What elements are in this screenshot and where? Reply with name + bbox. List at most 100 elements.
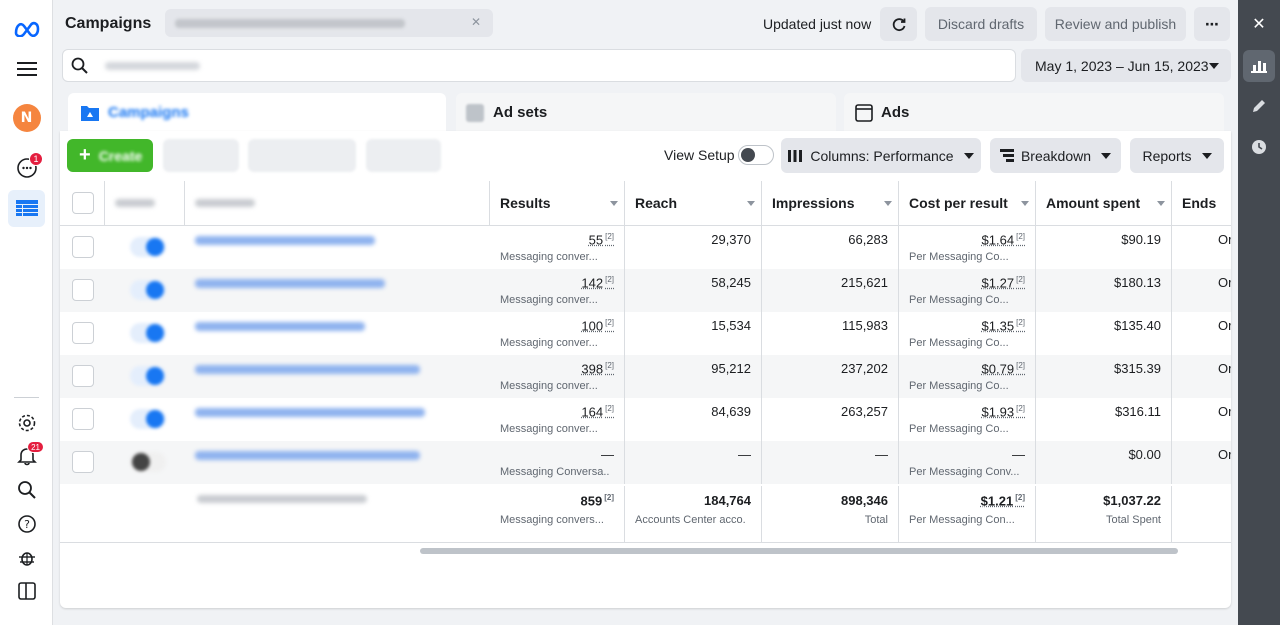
columns-button[interactable]: Columns: Performance xyxy=(781,138,981,173)
cpr-value[interactable]: $0.79 [2] xyxy=(982,361,1025,376)
notifications-nav-item[interactable]: 21 xyxy=(8,437,45,474)
results-value[interactable]: 398 [2] xyxy=(581,361,614,376)
results-cell: 55 [2] Messaging conver... xyxy=(490,226,625,269)
review-publish-button[interactable]: Review and publish xyxy=(1045,7,1186,41)
settings-gear-icon[interactable] xyxy=(8,404,45,441)
more-button-blurred[interactable] xyxy=(366,139,441,172)
cpr-value[interactable]: $1.27 [2] xyxy=(982,275,1025,290)
meta-logo-icon[interactable] xyxy=(8,10,45,47)
close-icon[interactable]: ✕ xyxy=(471,15,481,29)
menu-icon[interactable] xyxy=(8,50,45,87)
horizontal-scrollbar[interactable] xyxy=(420,548,1178,554)
date-range-picker[interactable]: May 1, 2023 – Jun 15, 2023 xyxy=(1021,49,1231,82)
spent-cell: $315.39 xyxy=(1036,355,1172,398)
header-campaign[interactable] xyxy=(185,181,490,226)
row-checkbox[interactable] xyxy=(72,408,94,430)
refresh-button[interactable] xyxy=(880,7,917,41)
duplicate-button-blurred[interactable] xyxy=(163,139,239,172)
edit-pencil-icon[interactable] xyxy=(1243,90,1275,122)
row-checkbox[interactable] xyxy=(72,322,94,344)
ends-cell: Or xyxy=(1172,398,1231,441)
reports-label: Reports xyxy=(1142,147,1192,164)
cpr-cell: $0.79 [2] Per Messaging Co... xyxy=(899,355,1036,398)
cpr-cell: — Per Messaging Conv... xyxy=(899,441,1036,484)
blurred-campaign-name[interactable] xyxy=(195,365,420,374)
create-label: Create xyxy=(98,147,143,164)
cpr-value[interactable]: — xyxy=(1012,447,1025,462)
cpr-value[interactable]: $1.35 [2] xyxy=(982,318,1025,333)
table-row[interactable]: 164 [2] Messaging conver... 84,639 263,257 $1… xyxy=(60,398,1231,441)
row-on-off-toggle[interactable] xyxy=(130,409,166,429)
header-reach[interactable]: Reach xyxy=(625,181,762,226)
row-on-off-toggle[interactable] xyxy=(130,237,166,257)
breakdown-button[interactable]: Breakdown xyxy=(990,138,1121,173)
tab-ad-sets[interactable]: Ad sets xyxy=(456,93,836,132)
header-ends[interactable]: Ends xyxy=(1172,181,1231,226)
header-cost-per-result[interactable]: Cost per result xyxy=(899,181,1036,226)
blurred-campaign-name[interactable] xyxy=(195,236,375,245)
row-on-off-toggle[interactable] xyxy=(130,452,166,472)
blurred-campaign-name[interactable] xyxy=(195,451,420,460)
bug-report-icon[interactable] xyxy=(8,539,45,576)
history-clock-icon[interactable] xyxy=(1243,131,1275,163)
results-value[interactable]: 142 [2] xyxy=(581,275,614,290)
row-on-off-toggle[interactable] xyxy=(130,366,166,386)
search-filter-bar[interactable] xyxy=(62,49,1016,82)
row-checkbox[interactable] xyxy=(72,279,94,301)
cpr-value[interactable]: $1.93 [2] xyxy=(982,404,1025,419)
tab-campaigns[interactable]: Campaigns xyxy=(68,93,446,132)
header-impressions[interactable]: Impressions xyxy=(762,181,899,226)
select-all-checkbox[interactable] xyxy=(72,192,94,214)
spent-value: $0.00 xyxy=(1128,447,1161,462)
search-nav-icon[interactable] xyxy=(8,471,45,508)
table-row[interactable]: 100 [2] Messaging conver... 15,534 115,983 $1… xyxy=(60,312,1231,355)
table-row[interactable]: 55 [2] Messaging conver... 29,370 66,283 $1.6… xyxy=(60,226,1231,269)
cpr-cell: $1.35 [2] Per Messaging Co... xyxy=(899,312,1036,355)
header-results[interactable]: Results xyxy=(490,181,625,226)
reach-cell: 84,639 xyxy=(625,398,762,441)
view-setup-toggle[interactable] xyxy=(738,145,774,165)
cpr-value[interactable]: $1.64 [2] xyxy=(982,232,1025,247)
blurred-campaign-name[interactable] xyxy=(195,322,365,331)
table-row[interactable]: 398 [2] Messaging conver... 95,212 237,202 $0… xyxy=(60,355,1231,398)
edit-button-blurred[interactable] xyxy=(248,139,356,172)
more-options-icon[interactable]: ⋯ xyxy=(1194,7,1230,41)
chevron-down-icon xyxy=(963,152,974,159)
row-checkbox[interactable] xyxy=(72,236,94,258)
header-amount-spent[interactable]: Amount spent xyxy=(1036,181,1172,226)
header-off-on[interactable] xyxy=(105,181,185,226)
row-on-off-toggle[interactable] xyxy=(130,280,166,300)
top-header: Campaigns ✕ Updated just now Discard dra… xyxy=(53,0,1238,48)
close-icon[interactable]: ✕ xyxy=(1243,8,1275,40)
discard-drafts-button[interactable]: Discard drafts xyxy=(925,7,1037,41)
toggle-sidebar-icon[interactable] xyxy=(8,572,45,609)
results-value[interactable]: — xyxy=(601,447,614,462)
reach-cell: 58,245 xyxy=(625,269,762,312)
table-row[interactable]: — Messaging Conversa... — — — Per Messaging C… xyxy=(60,441,1231,484)
blurred-campaign-name[interactable] xyxy=(195,408,425,417)
total-results-cell: 859 [2] Messaging convers... xyxy=(490,486,625,543)
account-selector[interactable]: ✕ xyxy=(165,9,493,37)
results-value[interactable]: 164 [2] xyxy=(581,404,614,419)
account-avatar[interactable]: N xyxy=(8,99,45,136)
messages-nav-item[interactable]: 1 xyxy=(8,149,45,186)
blurred-campaign-name[interactable] xyxy=(195,279,385,288)
create-button[interactable]: + Create xyxy=(67,139,153,172)
help-icon[interactable]: ? xyxy=(8,505,45,542)
results-value[interactable]: 100 [2] xyxy=(581,318,614,333)
ads-manager-table-nav[interactable] xyxy=(8,190,45,227)
total-reach-sub: Accounts Center acco... xyxy=(635,514,745,526)
chart-icon[interactable] xyxy=(1243,50,1275,82)
tab-ads[interactable]: Ads xyxy=(844,93,1224,132)
row-checkbox[interactable] xyxy=(72,451,94,473)
results-value[interactable]: 55 [2] xyxy=(589,232,614,247)
table-row[interactable]: 142 [2] Messaging conver... 58,245 215,621 $1… xyxy=(60,269,1231,312)
header-spent-label: Amount spent xyxy=(1046,195,1141,211)
results-cell: 100 [2] Messaging conver... xyxy=(490,312,625,355)
reports-button[interactable]: Reports xyxy=(1130,138,1224,173)
total-cpr-sub: Per Messaging Con... xyxy=(909,514,1015,526)
ends-value: Or xyxy=(1218,275,1231,290)
row-checkbox[interactable] xyxy=(72,365,94,387)
row-on-off-toggle[interactable] xyxy=(130,323,166,343)
cpr-sub: Per Messaging Co... xyxy=(909,380,1009,392)
